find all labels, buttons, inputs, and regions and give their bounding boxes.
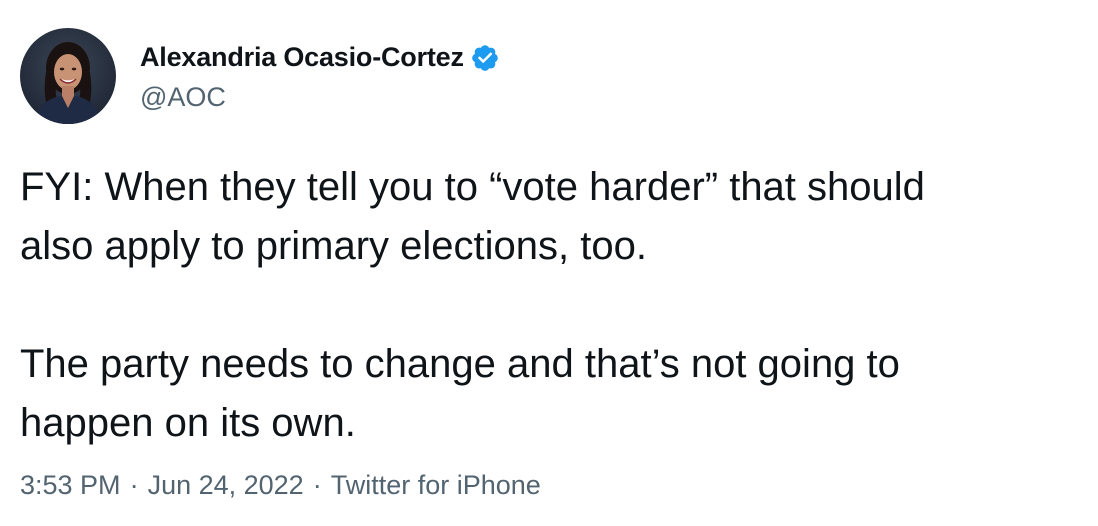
verified-badge-icon [470,43,500,73]
tweet-paragraph: The party needs to change and that’s not… [20,342,900,445]
avatar[interactable] [20,28,116,124]
tweet-paragraph: FYI: When they tell you to “vote harder”… [20,165,925,268]
tweet-time[interactable]: 3:53 PM [20,470,121,501]
tweet-card: Alexandria Ocasio-Cortez @AOC FYI: When … [0,0,1098,526]
meta-separator: · [129,470,139,500]
name-row: Alexandria Ocasio-Cortez [140,40,500,76]
tweet-date[interactable]: Jun 24, 2022 [148,470,304,501]
tweet-source[interactable]: Twitter for iPhone [331,470,541,501]
tweet-meta: 3:53 PM · Jun 24, 2022 · Twitter for iPh… [20,470,541,501]
user-info: Alexandria Ocasio-Cortez @AOC [140,40,500,113]
avatar-image [20,28,116,124]
user-handle[interactable]: @AOC [140,82,500,113]
meta-separator: · [312,470,322,500]
display-name[interactable]: Alexandria Ocasio-Cortez [140,42,464,73]
tweet-header: Alexandria Ocasio-Cortez @AOC [20,27,500,125]
tweet-text: FYI: When they tell you to “vote harder”… [20,158,1090,453]
